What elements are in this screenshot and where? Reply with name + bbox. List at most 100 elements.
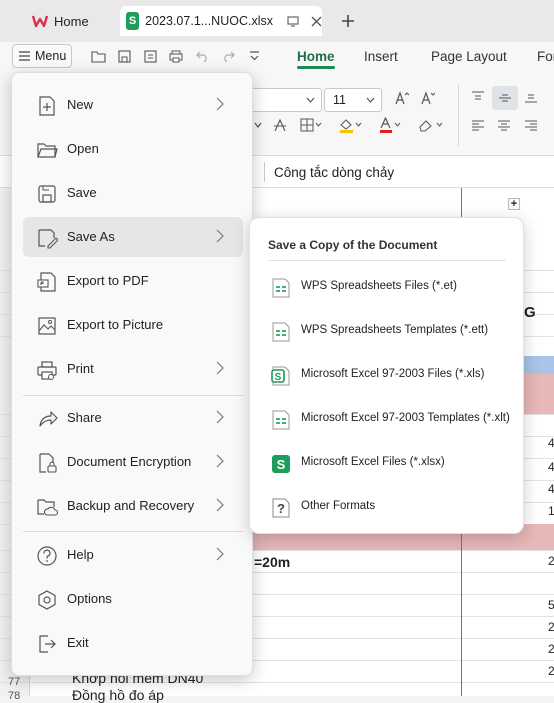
- tab-bar: Home S 2023.07.1...NUOC.xlsx: [0, 0, 554, 42]
- save-as-excel-xlt[interactable]: Microsoft Excel 97-2003 Templates (*.xlt…: [258, 399, 516, 439]
- menu-item-share[interactable]: Share: [23, 398, 243, 438]
- row-number: 78: [8, 690, 21, 702]
- tab-ribbon-insert[interactable]: Insert: [364, 49, 398, 64]
- chevron-right-icon: [216, 498, 226, 514]
- help-icon: [36, 545, 58, 567]
- menu-item-help[interactable]: Help: [23, 535, 243, 575]
- menu-separator: [23, 395, 243, 396]
- align-bottom-icon[interactable]: [524, 91, 538, 103]
- align-middle-icon: [499, 94, 511, 102]
- submenu-title: Save a Copy of the Document: [268, 238, 438, 252]
- tab-file-label: 2023.07.1...NUOC.xlsx: [145, 14, 273, 28]
- expand-plus-icon[interactable]: +: [508, 198, 520, 210]
- question-icon: ?: [270, 497, 292, 519]
- formula-input[interactable]: Công tắc dòng chảy: [274, 165, 394, 180]
- save-as-wps-ett[interactable]: WPS Spreadsheets Templates (*.ett): [258, 311, 516, 351]
- new-tab-button[interactable]: [336, 10, 360, 32]
- cell-row-78-text: Đồng hồ đo áp: [72, 687, 164, 703]
- share-icon: [36, 408, 58, 430]
- document-lock-icon: [36, 452, 58, 474]
- menu-item-save-as[interactable]: Save As: [23, 217, 243, 257]
- menu-item-open[interactable]: Open: [23, 129, 243, 169]
- save-icon: [36, 183, 58, 205]
- close-tab-icon[interactable]: [311, 16, 322, 27]
- align-left-icon[interactable]: [471, 120, 485, 132]
- save-as-wps-et[interactable]: WPS Spreadsheets Files (*.et): [258, 267, 516, 307]
- undo-icon[interactable]: [194, 48, 210, 64]
- print-icon[interactable]: [168, 48, 184, 64]
- customize-toolbar-icon[interactable]: [246, 48, 262, 64]
- chevron-right-icon: [216, 410, 226, 426]
- align-right-icon[interactable]: [524, 120, 538, 132]
- window-restore-icon[interactable]: [287, 15, 299, 27]
- font-color-swatch: [380, 130, 392, 133]
- save-icon[interactable]: [116, 48, 132, 64]
- svg-text:S: S: [275, 372, 282, 383]
- excel-xls-icon: S: [270, 365, 292, 387]
- new-file-icon: [36, 95, 58, 117]
- menu-item-backup-recovery[interactable]: Backup and Recovery: [23, 486, 243, 526]
- menu-item-export-pdf[interactable]: Export to PDF: [23, 261, 243, 301]
- hamburger-icon: [19, 51, 30, 61]
- menu-item-exit[interactable]: Exit: [23, 623, 243, 663]
- decrease-font-icon[interactable]: [421, 91, 435, 105]
- menu-item-document-encryption[interactable]: Document Encryption: [23, 442, 243, 482]
- menu-item-options[interactable]: Options: [23, 579, 243, 619]
- spreadsheet-file-icon: S: [126, 12, 140, 30]
- menu-item-print[interactable]: Print: [23, 349, 243, 389]
- save-as-submenu: Save a Copy of the Document WPS Spreadsh…: [249, 217, 524, 534]
- menu-item-export-picture[interactable]: Export to Picture: [23, 305, 243, 345]
- exit-icon: [36, 633, 58, 655]
- clear-format-icon[interactable]: [418, 118, 444, 132]
- chevron-down-icon: [306, 97, 315, 103]
- increase-font-icon[interactable]: [395, 91, 409, 105]
- save-as-other-formats[interactable]: ? Other Formats: [258, 487, 516, 527]
- font-size-value: 11: [333, 93, 346, 107]
- align-top-icon[interactable]: [471, 91, 485, 103]
- wps-logo-icon: [32, 14, 48, 28]
- open-folder-icon[interactable]: [90, 48, 106, 64]
- chevron-right-icon: [216, 361, 226, 377]
- redo-icon[interactable]: [220, 48, 236, 64]
- tab-file[interactable]: S 2023.07.1...NUOC.xlsx: [120, 6, 322, 36]
- wps-ett-icon: [270, 321, 292, 343]
- printer-icon: [36, 359, 58, 381]
- menu-button[interactable]: Menu: [12, 44, 72, 68]
- cloud-folder-icon: [36, 496, 58, 518]
- font-size-dropdown[interactable]: 11: [324, 88, 382, 112]
- save-as-excel-xlsx[interactable]: S Microsoft Excel Files (*.xlsx): [258, 443, 516, 483]
- quick-toolbar: Menu Home Insert Page Layout For: [0, 42, 554, 72]
- tab-home-label: Home: [54, 13, 89, 29]
- chevron-right-icon: [216, 229, 226, 245]
- svg-text:S: S: [277, 457, 286, 472]
- cell-equals-20m: =20m: [254, 554, 291, 570]
- tab-ribbon-page-layout[interactable]: Page Layout: [431, 49, 507, 64]
- fill-color-icon[interactable]: [338, 117, 362, 133]
- export-picture-icon: [36, 315, 58, 337]
- export-icon[interactable]: [142, 48, 158, 64]
- excel-xlt-icon: [270, 409, 292, 431]
- align-middle-button[interactable]: [492, 86, 518, 110]
- save-as-icon: [36, 227, 58, 249]
- fill-color-swatch: [340, 130, 353, 133]
- svg-text:?: ?: [277, 501, 285, 516]
- borders-icon[interactable]: [300, 118, 322, 132]
- row-number: 77: [8, 676, 21, 688]
- folder-open-icon: [36, 139, 58, 161]
- chevron-right-icon: [216, 454, 226, 470]
- font-color-icon[interactable]: [378, 117, 402, 133]
- tab-ribbon-formulas[interactable]: For: [537, 49, 554, 64]
- chevron-down-icon[interactable]: [254, 122, 262, 128]
- file-menu: New Open Save Save As Export to PDF Expo: [11, 72, 253, 676]
- menu-item-new[interactable]: New: [23, 85, 243, 125]
- align-center-icon[interactable]: [497, 120, 511, 132]
- submenu-separator: [268, 260, 506, 261]
- formula-separator: [264, 162, 265, 182]
- plus-icon: [342, 15, 354, 27]
- menu-item-save[interactable]: Save: [23, 173, 243, 213]
- strikethrough-icon[interactable]: [273, 118, 287, 132]
- save-as-excel-xls[interactable]: S Microsoft Excel 97-2003 Files (*.xls): [258, 355, 516, 395]
- cell-header-g: G: [524, 304, 536, 321]
- tab-ribbon-home[interactable]: Home: [297, 49, 335, 69]
- tab-home[interactable]: Home: [22, 8, 118, 34]
